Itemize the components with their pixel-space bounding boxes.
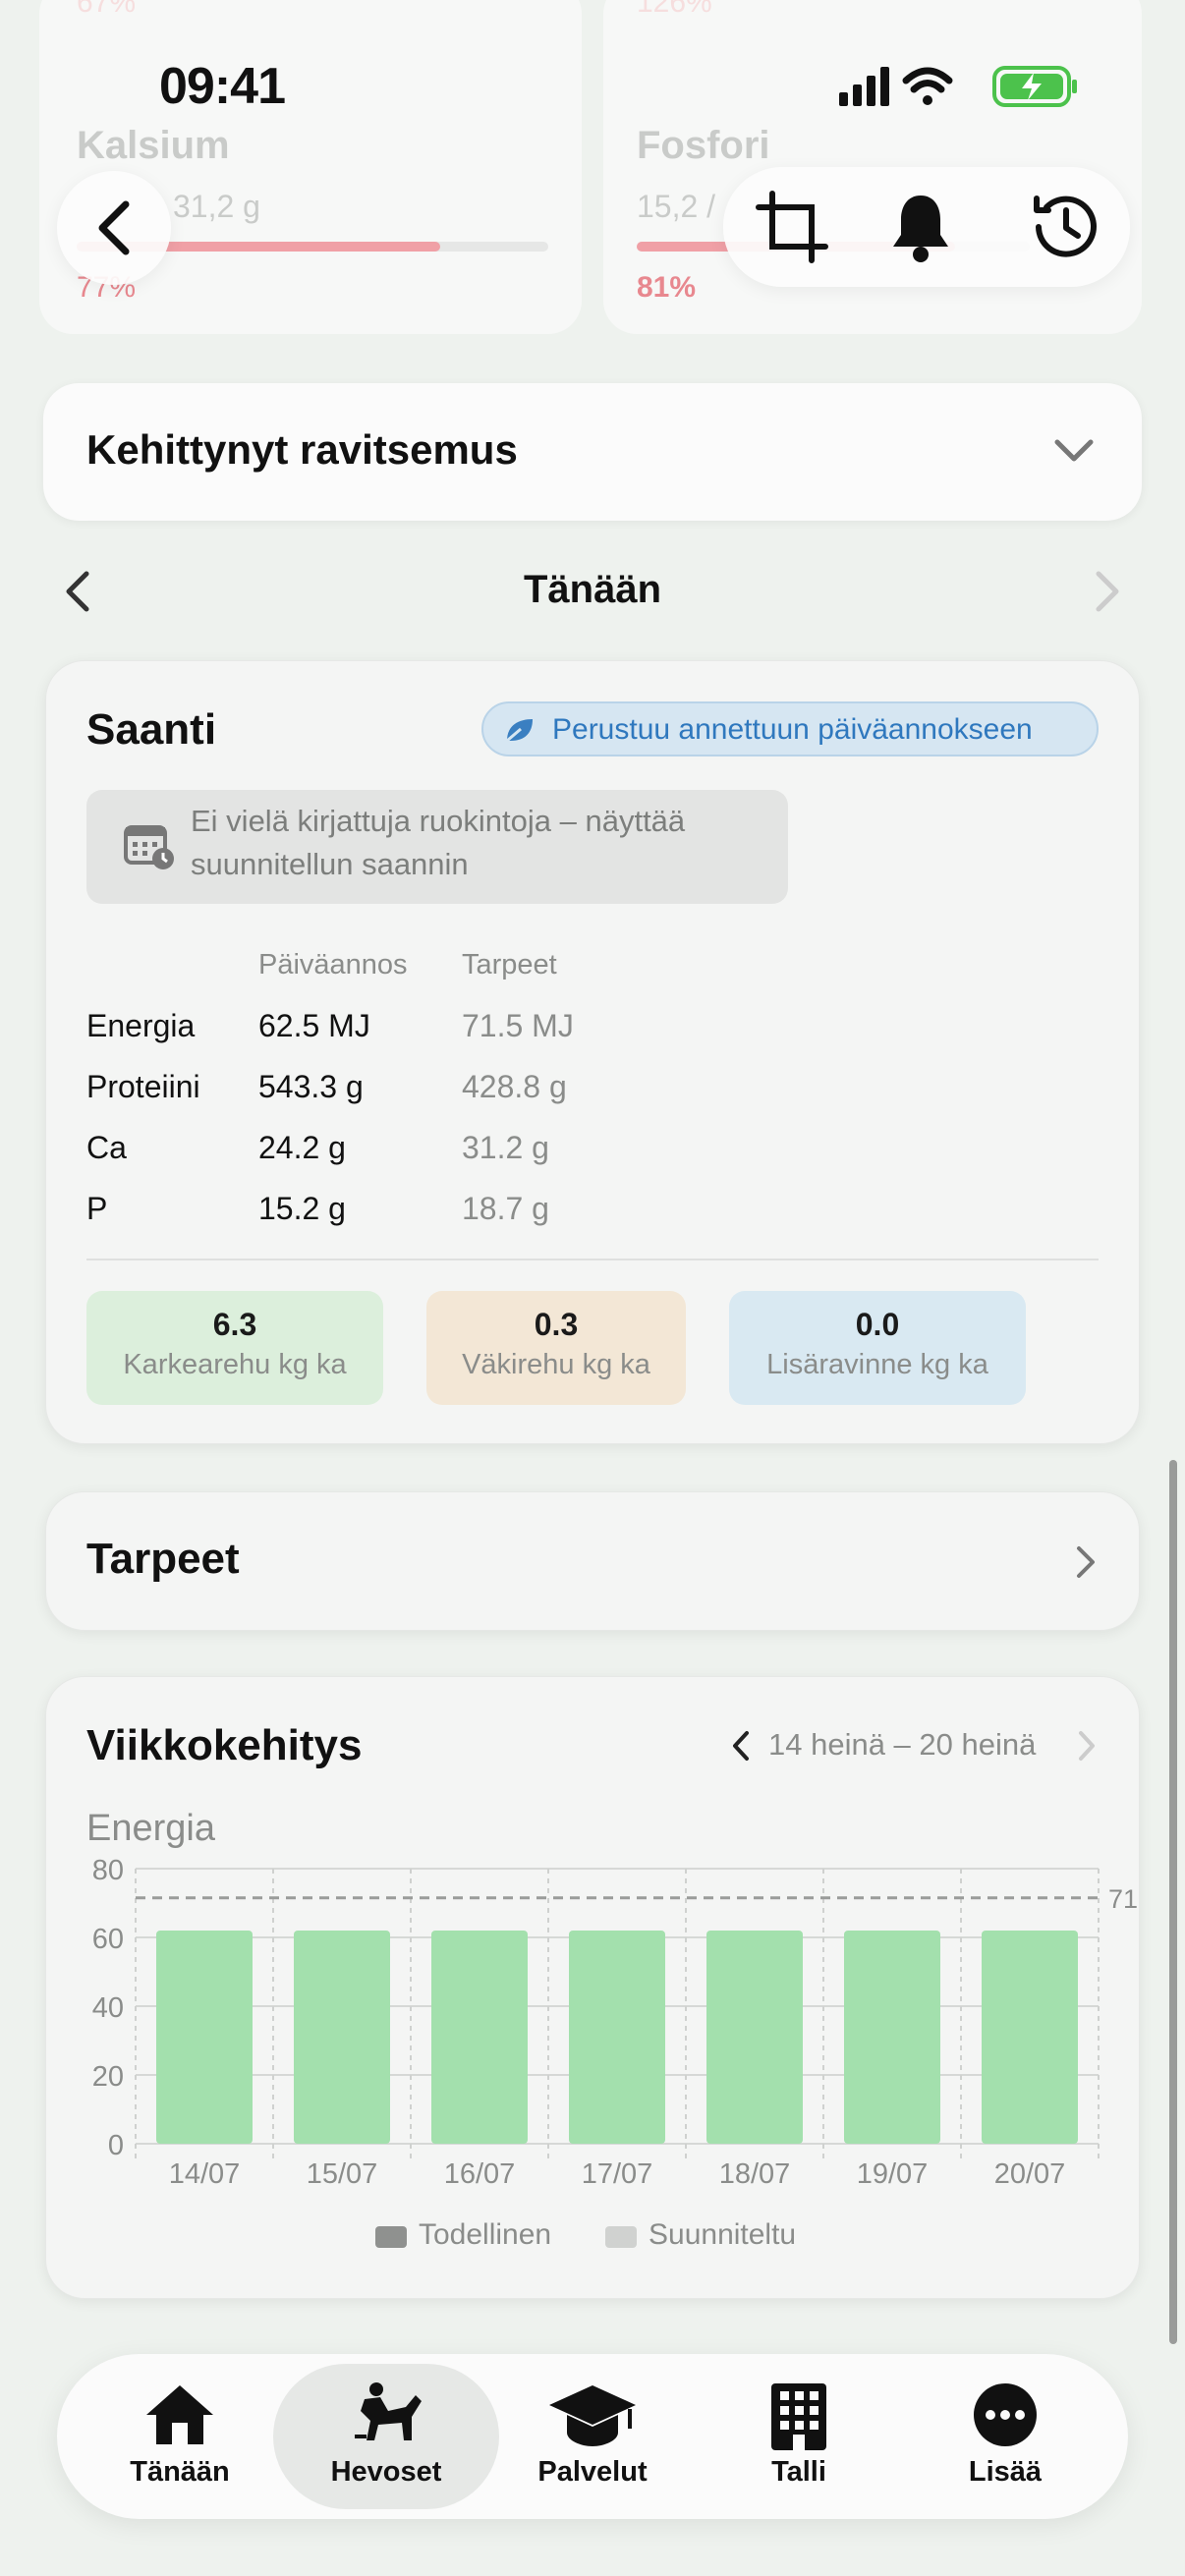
calcium-title: Kalsium bbox=[77, 124, 230, 167]
phosphorus-percent: 81% bbox=[637, 271, 697, 304]
row-ration: 543.3 g bbox=[258, 1069, 364, 1104]
legend-planned-swatch bbox=[605, 2226, 637, 2248]
crop-icon bbox=[756, 191, 828, 263]
x-tick-label: 19/07 bbox=[857, 2158, 929, 2190]
signal-icon bbox=[839, 67, 889, 106]
y-tick-label: 80 bbox=[92, 1855, 124, 1886]
row-label: P bbox=[86, 1191, 108, 1226]
phosphorus-value: 15,2 / bbox=[637, 189, 716, 224]
notice-line-1: Ei vielä kirjattuja ruokintoja – näyttää bbox=[191, 804, 686, 838]
row-needs: 428.8 g bbox=[462, 1069, 567, 1104]
notifications-button[interactable] bbox=[865, 173, 977, 281]
row-ration: 24.2 g bbox=[258, 1130, 346, 1165]
graduation-cap-icon bbox=[549, 2385, 636, 2446]
phosphorus-title: Fosfori bbox=[637, 124, 770, 167]
tile-label: Väkirehu kg ka bbox=[462, 1349, 650, 1380]
reference-line-label: 71 bbox=[1108, 1884, 1138, 1914]
legend-planned: Suunniteltu bbox=[649, 2218, 797, 2251]
y-tick-label: 0 bbox=[108, 2130, 124, 2161]
needs-title: Tarpeet bbox=[86, 1535, 240, 1583]
calendar-clock-icon bbox=[124, 825, 174, 869]
row-label: Proteiini bbox=[86, 1069, 200, 1104]
row-needs: 71.5 MJ bbox=[462, 1008, 574, 1043]
week-range: 14 heinä – 20 heinä bbox=[768, 1727, 1037, 1762]
x-tick-label: 15/07 bbox=[307, 2158, 378, 2190]
tile-value: 0.0 bbox=[855, 1307, 900, 1342]
status-icons bbox=[839, 66, 1077, 107]
bell-icon bbox=[893, 196, 948, 262]
wifi-icon bbox=[902, 67, 953, 93]
horse-rider-icon bbox=[355, 2382, 422, 2440]
col-ration-header: Päiväannos bbox=[258, 949, 408, 980]
x-tick-label: 16/07 bbox=[444, 2158, 516, 2190]
y-tick-label: 40 bbox=[92, 1992, 124, 2024]
notice-line-2: suunnitellun saannin bbox=[191, 847, 469, 881]
bar bbox=[294, 1931, 390, 2144]
scrollbar[interactable] bbox=[1169, 1460, 1177, 2344]
row-needs: 18.7 g bbox=[462, 1191, 549, 1226]
legend-actual-swatch bbox=[375, 2226, 407, 2248]
bar bbox=[982, 1931, 1078, 2144]
x-tick-label: 14/07 bbox=[169, 2158, 241, 2190]
bar bbox=[844, 1931, 940, 2144]
battery-icon bbox=[992, 66, 1077, 107]
bar bbox=[569, 1931, 665, 2144]
next-week-button[interactable] bbox=[1075, 1729, 1099, 1763]
chevron-right-icon bbox=[1077, 1546, 1095, 1578]
calcium-top-percent: 67% bbox=[77, 0, 137, 19]
col-needs-header: Tarpeet bbox=[462, 949, 557, 980]
advanced-nutrition-title: Kehittynyt ravitsemus bbox=[86, 426, 518, 473]
status-time: 09:41 bbox=[159, 58, 286, 115]
no-feedings-notice: Ei vielä kirjattuja ruokintoja – näyttää… bbox=[86, 790, 788, 904]
row-ration: 15.2 g bbox=[258, 1191, 346, 1226]
tile-label: Karkearehu kg ka bbox=[123, 1349, 347, 1380]
roughage-tile: 6.3 Karkearehu kg ka bbox=[86, 1291, 383, 1405]
phosphorus-top-percent: 126% bbox=[637, 0, 712, 19]
divider bbox=[86, 1259, 1099, 1260]
x-tick-label: 17/07 bbox=[582, 2158, 653, 2190]
history-icon bbox=[1034, 196, 1097, 257]
home-icon bbox=[146, 2385, 213, 2444]
leaf-icon bbox=[506, 719, 533, 743]
tab-more[interactable]: Lisää bbox=[882, 2354, 1128, 2519]
building-icon bbox=[771, 2383, 826, 2450]
history-button[interactable] bbox=[1008, 173, 1122, 281]
y-tick-label: 60 bbox=[92, 1924, 124, 1955]
more-icon bbox=[974, 2383, 1037, 2446]
chevron-left-icon bbox=[98, 200, 130, 255]
back-button[interactable] bbox=[57, 171, 171, 285]
prev-week-button[interactable] bbox=[729, 1729, 753, 1763]
day-label: Tänään bbox=[523, 568, 662, 611]
tile-label: Lisäravinne kg ka bbox=[766, 1349, 988, 1380]
bar bbox=[706, 1931, 803, 2144]
ration-badge: Perustuu annettuun päiväannokseen bbox=[481, 701, 1099, 756]
bar bbox=[431, 1931, 528, 2144]
row-needs: 31.2 g bbox=[462, 1130, 549, 1165]
tab-bar: Tänään Hevoset Palvelut Talli Lisää bbox=[57, 2354, 1128, 2519]
legend-actual: Todellinen bbox=[419, 2218, 552, 2251]
calcium-value: 31,2 g bbox=[173, 189, 260, 224]
crop-button[interactable] bbox=[733, 173, 851, 281]
ration-badge-text: Perustuu annettuun päiväannokseen bbox=[552, 713, 1033, 746]
y-tick-label: 20 bbox=[92, 2061, 124, 2093]
row-label: Energia bbox=[86, 1008, 196, 1043]
weekly-title: Viikkokehitys bbox=[86, 1721, 363, 1769]
chevron-down-icon bbox=[1054, 439, 1094, 462]
x-tick-label: 18/07 bbox=[719, 2158, 791, 2190]
intake-title: Saanti bbox=[86, 705, 217, 754]
energy-chart: 80 60 40 20 0 14/07 15/07 16/07 17/07 18/07 19/07 2… bbox=[92, 1855, 1138, 2190]
bar bbox=[156, 1931, 253, 2144]
chart-title: Energia bbox=[86, 1808, 215, 1849]
supplement-tile: 0.0 Lisäravinne kg ka bbox=[729, 1291, 1026, 1405]
row-ration: 62.5 MJ bbox=[258, 1008, 370, 1043]
tab-label: Lisää bbox=[968, 2456, 1043, 2488]
next-day-button[interactable] bbox=[1093, 570, 1122, 613]
tile-value: 0.3 bbox=[534, 1307, 579, 1342]
concentrate-tile: 0.3 Väkirehu kg ka bbox=[426, 1291, 686, 1405]
tile-value: 6.3 bbox=[212, 1307, 257, 1342]
row-label: Ca bbox=[86, 1130, 127, 1165]
x-tick-label: 20/07 bbox=[994, 2158, 1066, 2190]
